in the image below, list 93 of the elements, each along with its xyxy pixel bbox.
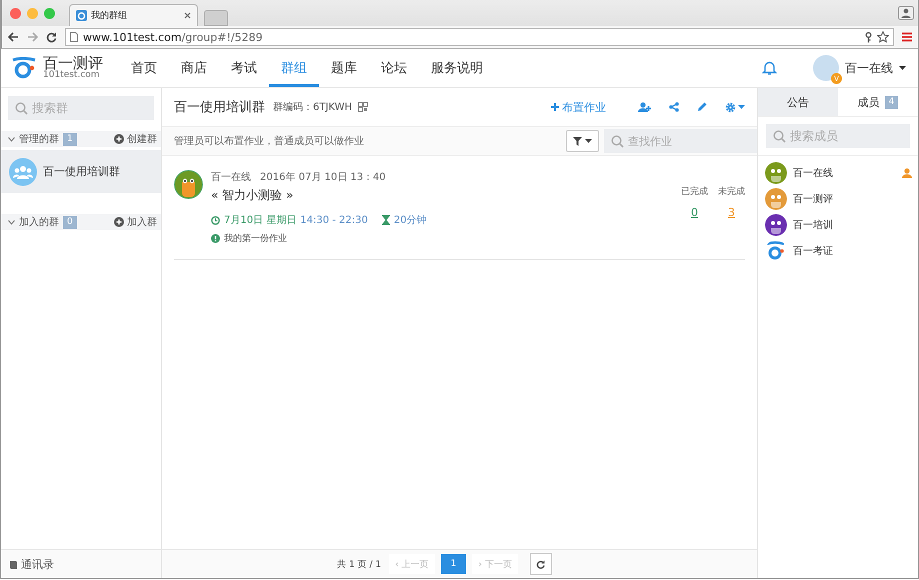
search-icon — [15, 102, 28, 115]
search-icon — [773, 130, 786, 143]
filter-button[interactable] — [566, 130, 599, 152]
close-window-button[interactable] — [10, 8, 21, 18]
pencil-icon — [697, 102, 707, 112]
plus-icon — [551, 103, 559, 111]
count-badge: 1 — [63, 132, 77, 146]
chevron-icon — [8, 136, 15, 142]
caret-icon — [585, 139, 592, 143]
key-icon[interactable] — [865, 32, 872, 42]
menu-icon[interactable] — [902, 32, 912, 42]
nav-tab[interactable]: 服务说明 — [419, 49, 495, 87]
filter-icon — [573, 136, 582, 146]
site-logo-icon — [76, 10, 87, 21]
author-name: 百一在线 — [211, 170, 251, 184]
browser-tab[interactable]: 我的群组 — [69, 4, 198, 26]
profile-icon[interactable] — [898, 6, 914, 20]
homework-date: 7月10日 星期日 — [224, 214, 296, 227]
stat-label: 已完成 — [681, 186, 708, 198]
caret-icon — [899, 66, 906, 70]
address-bar[interactable]: www.101test.com/group#!/5289 — [65, 28, 894, 46]
member-item[interactable]: 百一在线 — [765, 160, 918, 186]
logo-domain: 101test.com — [43, 71, 101, 80]
forward-icon[interactable] — [27, 32, 38, 42]
user-name[interactable]: 百一在线 — [845, 60, 893, 76]
add-user-icon — [638, 102, 651, 112]
edit-button[interactable] — [697, 102, 707, 112]
duration: 20分钟 — [394, 214, 427, 227]
section-header[interactable]: 加入的群 0 加入群 — [1, 214, 161, 230]
section-action-button[interactable]: 创建群 — [114, 132, 157, 146]
share-icon — [669, 102, 679, 112]
search-field[interactable]: 搜索成员 — [766, 124, 910, 148]
member-item[interactable]: 百一考证 — [765, 238, 918, 264]
nav-tab[interactable]: 题库 — [319, 49, 369, 87]
homework-hours: 14:30 - 22:30 — [300, 214, 368, 226]
nav-tab[interactable]: 首页 — [119, 49, 169, 87]
nav-tab[interactable]: 论坛 — [369, 49, 419, 87]
member-name: 百一在线 — [793, 166, 833, 180]
notice-text: 管理员可以布置作业，普通成员可以做作业 — [174, 134, 364, 148]
refresh-icon — [536, 560, 546, 568]
url-text: www.101test.com/group#!/5289 — [83, 30, 263, 44]
section-action-button[interactable]: 加入群 — [114, 215, 157, 229]
logo-name: 百一测评 — [43, 56, 103, 71]
caret-icon — [738, 105, 745, 109]
group-code: 群编码：6TJKWH — [273, 100, 352, 114]
count-badge: 0 — [63, 216, 77, 228]
stat-label: 未完成 — [718, 186, 745, 198]
bell-icon[interactable] — [762, 60, 777, 76]
search-icon — [611, 135, 624, 148]
star-icon[interactable] — [877, 31, 889, 43]
member-name: 百一考证 — [793, 244, 833, 258]
close-icon[interactable] — [184, 12, 191, 19]
completed-count[interactable]: 0 — [691, 206, 698, 219]
reload-icon[interactable] — [46, 32, 57, 42]
people-icon — [13, 164, 33, 178]
chevron-icon — [8, 220, 15, 224]
group-item[interactable]: 百一使用培训群 — [1, 150, 161, 193]
tab-title: 我的群组 — [91, 10, 127, 22]
search-field[interactable]: 查找作业 — [604, 129, 757, 153]
clock-icon — [211, 216, 220, 224]
hourglass-icon — [382, 215, 390, 225]
member-item[interactable]: 百一测评 — [765, 186, 918, 212]
homework-note: 我的第一份作业 — [224, 232, 287, 245]
plus-circle-icon — [114, 217, 124, 227]
homework-title[interactable]: « 智力小测验 » — [211, 187, 673, 204]
member-name: 百一测评 — [793, 192, 833, 206]
section-title: 管理的群 — [19, 133, 59, 146]
share-button[interactable] — [669, 102, 679, 112]
logo-icon — [765, 240, 787, 262]
refresh-button[interactable] — [530, 553, 552, 575]
member-item[interactable]: 百一培训 — [765, 212, 918, 238]
add-member-button[interactable] — [638, 102, 651, 112]
nav-tab[interactable]: 考试 — [219, 49, 269, 87]
member-name: 百一培训 — [793, 218, 833, 232]
back-icon[interactable] — [8, 32, 19, 42]
contacts-link[interactable]: 通讯录 — [9, 556, 54, 572]
post-time: 2016年 07月 10日 13 : 40 — [260, 171, 386, 184]
maximize-window-button[interactable] — [44, 8, 55, 18]
count-badge: 4 — [884, 96, 898, 108]
settings-icon — [725, 102, 736, 112]
qr-code-icon[interactable] — [358, 102, 368, 112]
group-title: 百一使用培训群 — [174, 99, 265, 116]
plus-circle-icon — [114, 134, 124, 144]
nav-tab[interactable]: 商店 — [169, 49, 219, 87]
info-icon — [211, 234, 220, 243]
settings-button[interactable] — [725, 102, 745, 112]
panel-tab[interactable]: 公告 — [758, 88, 838, 116]
search-field[interactable]: 搜索群 — [8, 96, 154, 120]
section-title: 加入的群 — [19, 216, 59, 229]
page-summary: 共 1 页 / 1 — [337, 558, 382, 570]
avatar — [174, 170, 203, 199]
section-header[interactable]: 管理的群 1 创建群 — [1, 131, 161, 147]
page-icon — [70, 32, 78, 42]
